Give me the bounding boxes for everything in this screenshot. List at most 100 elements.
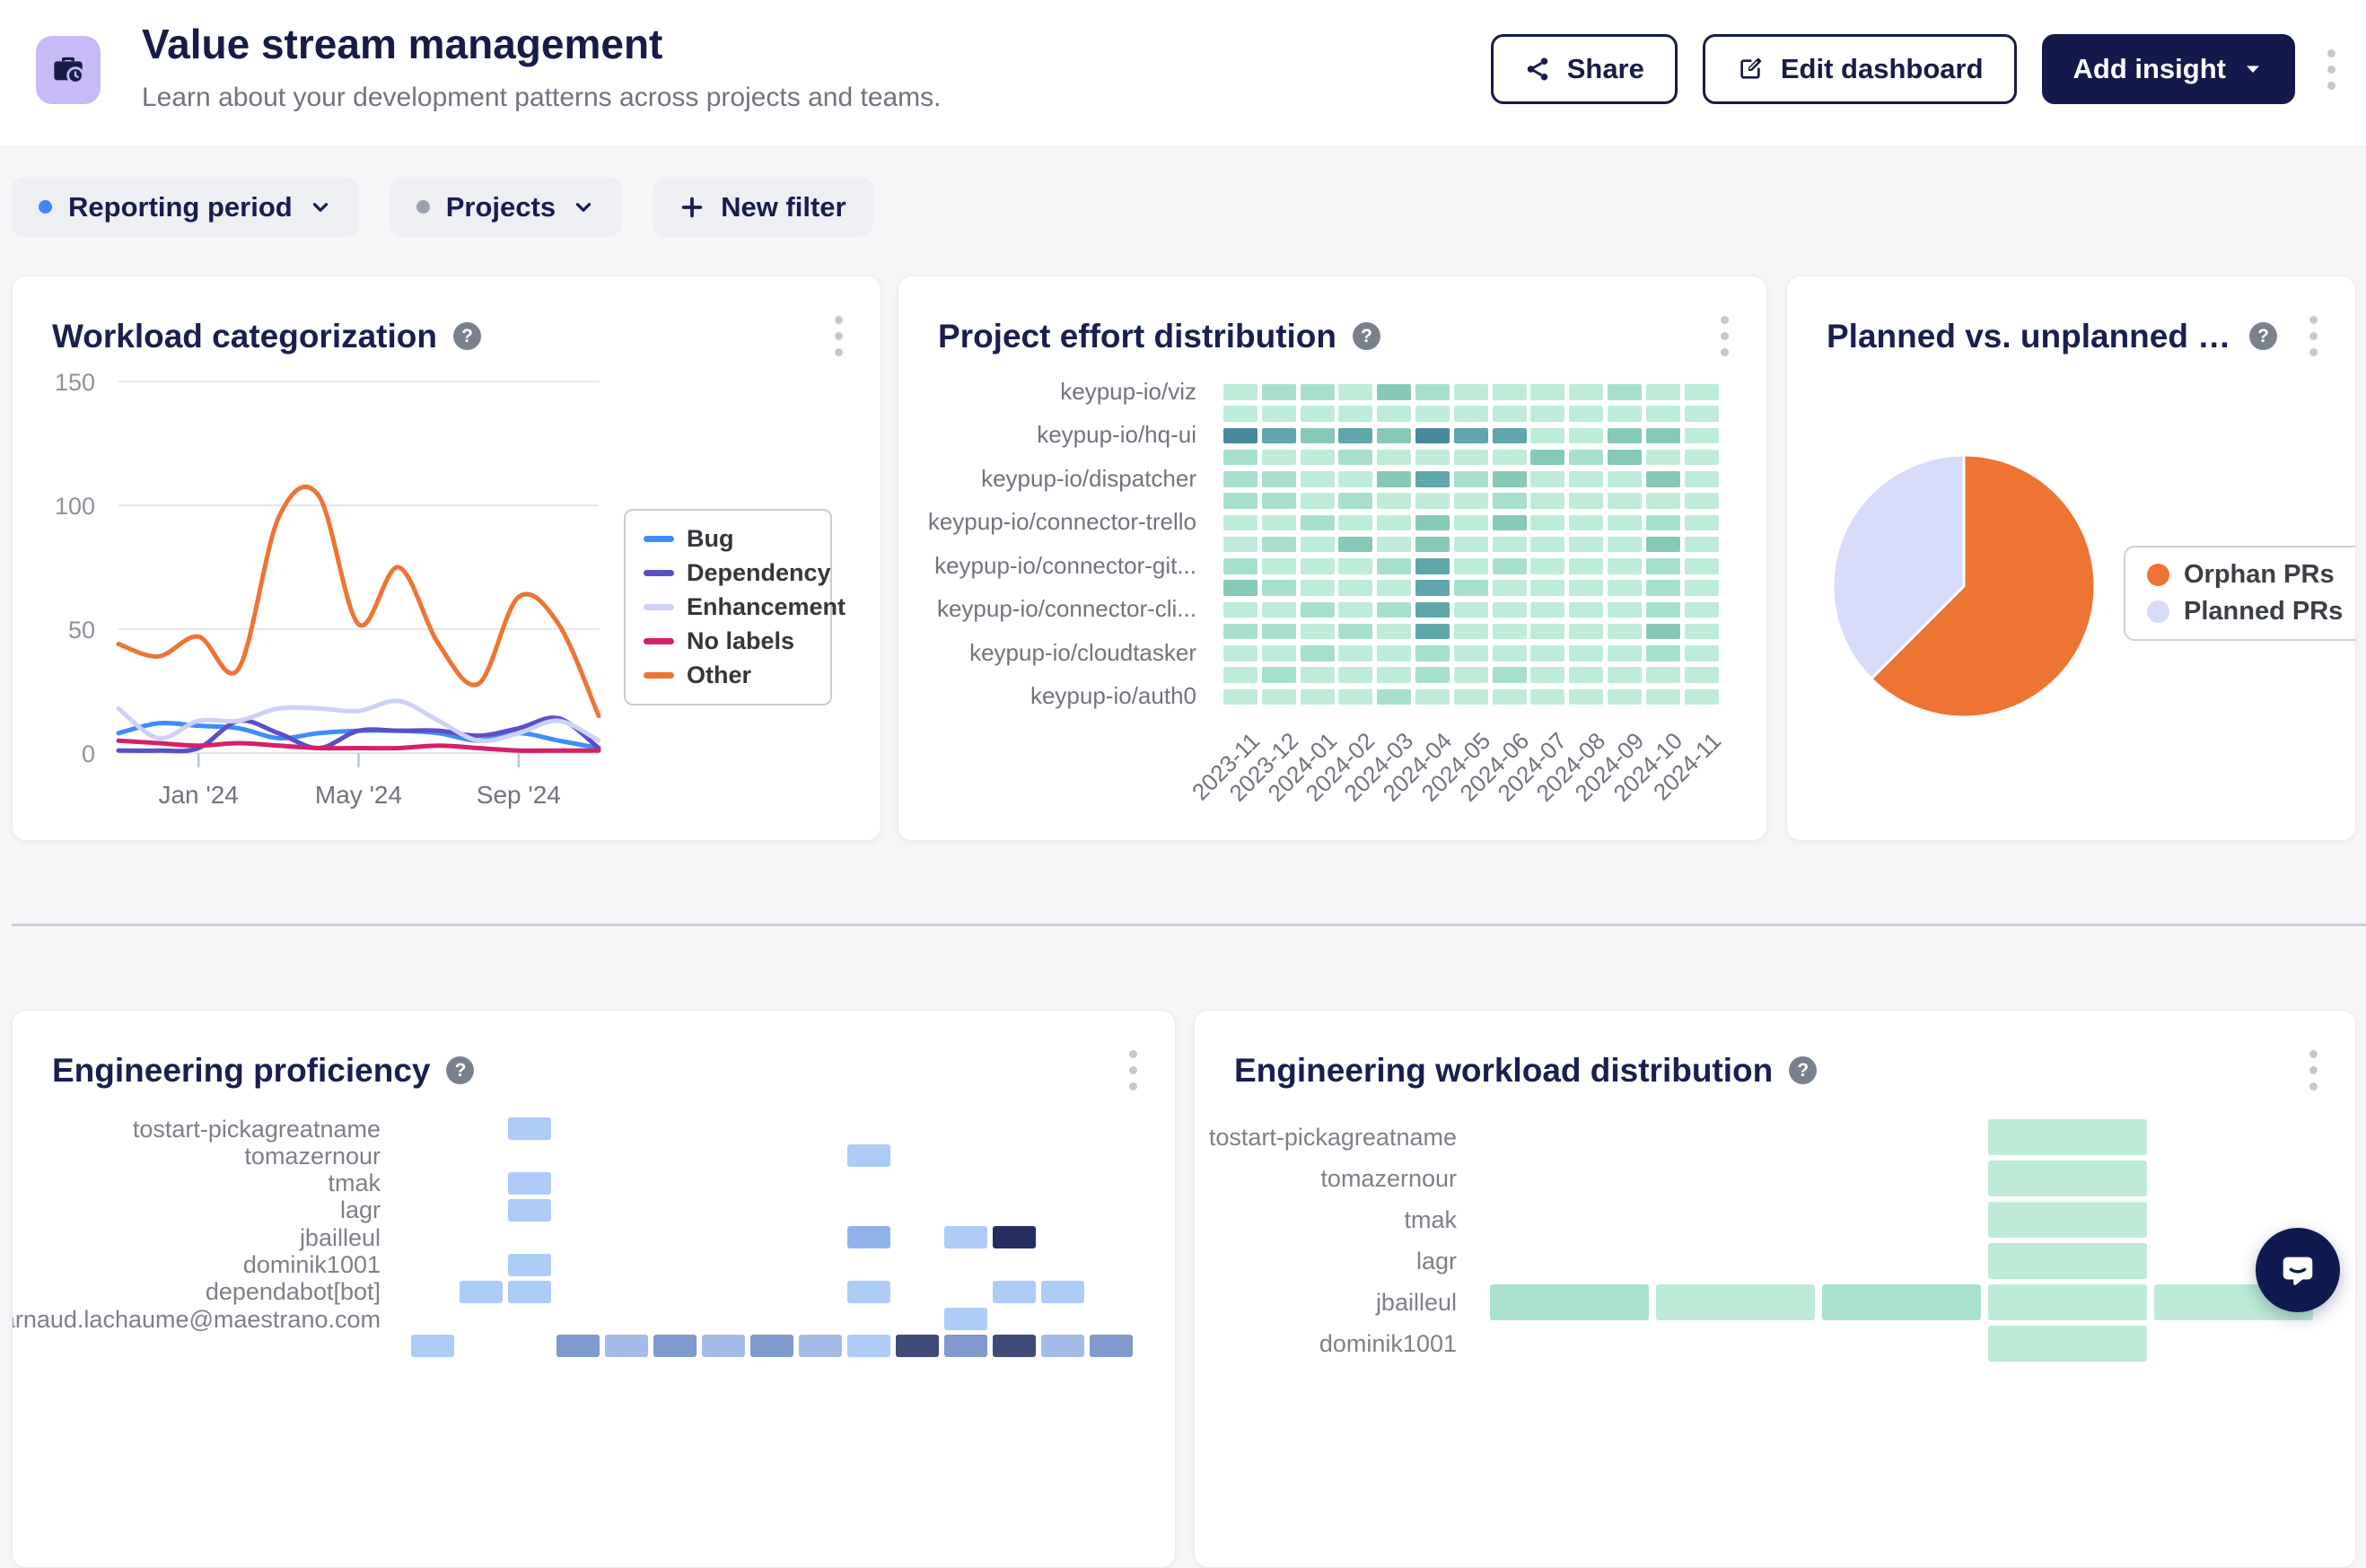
heatmap-cell [1569, 493, 1603, 509]
heatmap-cell [1493, 537, 1527, 553]
engineering-workload-grid: tostart-pickagreatnametomazernourtmaklag… [1195, 1011, 2355, 1567]
heatmap-cell [1338, 624, 1372, 640]
heatmap-cell [1223, 537, 1257, 553]
page-title: Value stream management [142, 20, 662, 68]
heatmap-cell [1646, 558, 1680, 574]
legend-item[interactable]: No labels [644, 627, 812, 655]
chat-widget-button[interactable] [2256, 1228, 2340, 1312]
heatmap-cell [1493, 580, 1527, 596]
chevron-down-icon [309, 196, 332, 219]
x-tick-label: Jan '24 [158, 781, 238, 809]
heatmap-cell [1090, 1335, 1133, 1357]
heatmap-cell [1530, 624, 1564, 640]
new-filter-button[interactable]: New filter [653, 177, 873, 237]
heatmap-cell [1338, 580, 1372, 596]
heatmap-cell [1454, 602, 1488, 618]
heatmap-cell [1569, 471, 1603, 487]
heatmap-cell [1646, 537, 1680, 553]
heatmap-row-label: keypup-io/connector-git... [900, 552, 1196, 580]
row-label: tostart-pickagreatname [12, 1116, 381, 1143]
heatmap-cell [1223, 580, 1257, 596]
heatmap-cell [1223, 558, 1257, 574]
edit-dashboard-button[interactable]: Edit dashboard [1703, 34, 2017, 104]
heatmap-cell [508, 1254, 551, 1276]
legend-item[interactable]: Dependency [644, 559, 812, 587]
legend-item[interactable]: Planned PRs [2147, 597, 2343, 626]
heatmap-cell [1223, 450, 1257, 466]
heatmap-cell [1530, 428, 1564, 444]
heatmap-cell [1646, 450, 1680, 466]
heatmap-cell [1569, 580, 1603, 596]
heatmap-cell [1685, 645, 1719, 661]
heatmap-cell [1262, 406, 1296, 422]
heatmap-cell [1262, 450, 1296, 466]
heatmap-cell [1415, 624, 1450, 640]
heatmap-cell [1415, 689, 1450, 705]
heatmap-cell [1656, 1284, 1815, 1320]
heatmap-cell [1493, 493, 1527, 509]
legend-label: Dependency [687, 559, 831, 587]
row-label: lagr [12, 1196, 381, 1224]
edit-pencil-icon [1736, 55, 1765, 83]
heatmap-cell [1454, 493, 1488, 509]
heatmap-cell [1454, 384, 1488, 400]
row-label: dependabot[bot] [12, 1278, 381, 1306]
heatmap-cell [1338, 450, 1372, 466]
projects-filter[interactable]: Projects [390, 177, 622, 237]
project-effort-heatmap: keypup-io/vizkeypup-io/hq-uikeypup-io/di… [898, 276, 1766, 840]
heatmap-cell [1377, 645, 1411, 661]
heatmap-cell [1454, 645, 1488, 661]
heatmap-cell [847, 1226, 890, 1248]
heatmap-cell [1377, 558, 1411, 574]
card-engineering-workload: Engineering workload distribution ? tost… [1194, 1010, 2356, 1568]
reporting-period-filter[interactable]: Reporting period [12, 177, 359, 237]
heatmap-cell [1608, 406, 1642, 422]
heatmap-cell [1493, 624, 1527, 640]
heatmap-cell [1685, 384, 1719, 400]
card-workload-categorization: Workload categorization ? 050100150Jan '… [12, 276, 881, 841]
heatmap-cell [1377, 450, 1411, 466]
heatmap-cell [1301, 406, 1335, 422]
header-kebab-menu-icon[interactable] [2320, 40, 2343, 99]
heatmap-cell [1569, 450, 1603, 466]
legend-item[interactable]: Orphan PRs [2147, 560, 2343, 590]
heatmap-cell [1262, 428, 1296, 444]
heatmap-cell [1415, 537, 1450, 553]
heatmap-cell [1646, 624, 1680, 640]
legend-item[interactable]: Other [644, 661, 812, 689]
page-header: Value stream management Learn about your… [0, 0, 2366, 147]
legend-label: Bug [687, 525, 733, 553]
row-label: arnaud.lachaume@maestrano.com [12, 1306, 381, 1334]
row-label: lagr [1194, 1248, 1457, 1275]
heatmap-row-label: keypup-io/auth0 [900, 682, 1196, 710]
heatmap-cell [1608, 493, 1642, 509]
heatmap-cell [1377, 406, 1411, 422]
heatmap-cell [508, 1117, 551, 1140]
heatmap-cell [1301, 624, 1335, 640]
heatmap-cell [1223, 667, 1257, 683]
heatmap-cell [1569, 558, 1603, 574]
legend-item[interactable]: Bug [644, 525, 812, 553]
add-insight-label: Add insight [2073, 53, 2226, 85]
heatmap-cell [1338, 515, 1372, 531]
heatmap-cell [1415, 493, 1450, 509]
heatmap-cell [1454, 558, 1488, 574]
heatmap-cell [1493, 689, 1527, 705]
heatmap-cell [1377, 537, 1411, 553]
heatmap-cell [1493, 450, 1527, 466]
heatmap-cell [1608, 645, 1642, 661]
heatmap-cell [1608, 537, 1642, 553]
heatmap-cell [1223, 471, 1257, 487]
heatmap-cell [1338, 558, 1372, 574]
heatmap-cell [1646, 602, 1680, 618]
heatmap-cell [1569, 428, 1603, 444]
heatmap-cell [1415, 384, 1450, 400]
y-tick-label: 150 [55, 369, 95, 396]
y-tick-label: 0 [82, 740, 95, 767]
share-button[interactable]: Share [1491, 34, 1678, 104]
heatmap-cell [1377, 624, 1411, 640]
add-insight-button[interactable]: Add insight [2042, 34, 2295, 104]
heatmap-cell [993, 1281, 1036, 1303]
legend-item[interactable]: Enhancement [644, 593, 812, 621]
heatmap-cell [1377, 384, 1411, 400]
